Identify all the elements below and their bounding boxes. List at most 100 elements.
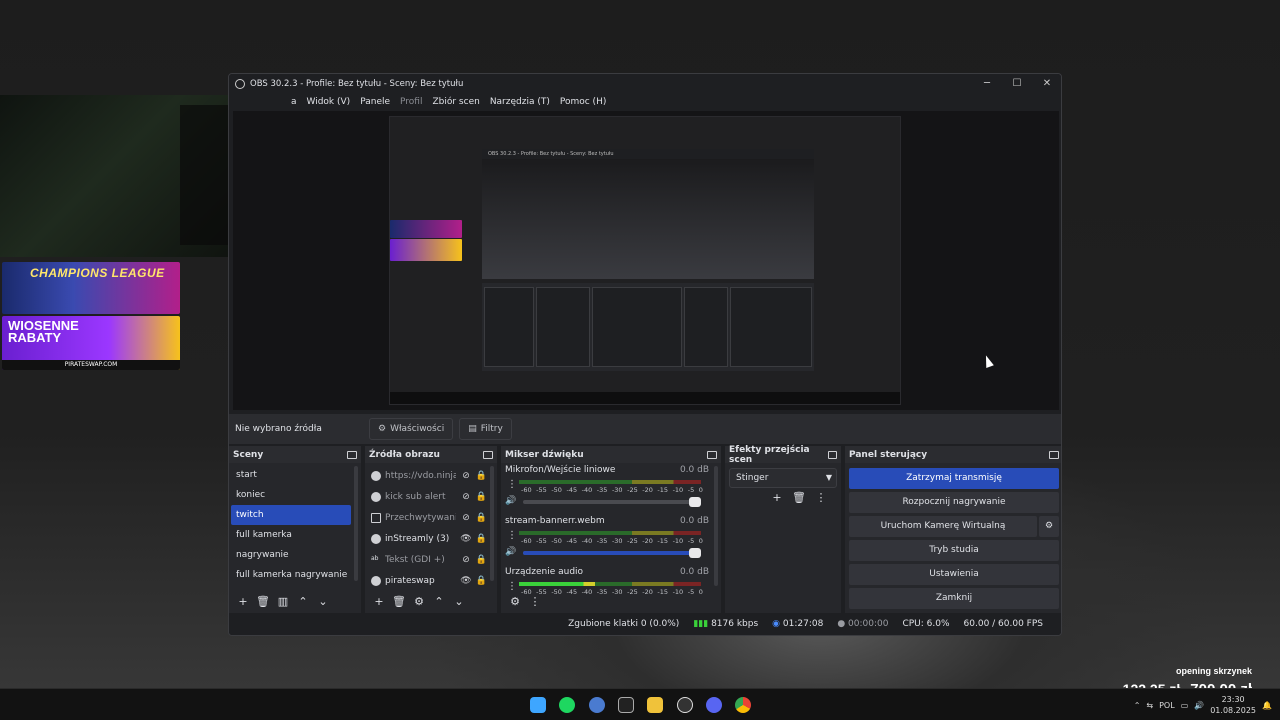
mixer-scrollbar[interactable] [714, 466, 718, 586]
meter-scale: -60 -55 -50 -45 -40 -35 -30 -25 -20 -15 -10 -5 0 [521, 537, 703, 545]
epic-games-icon[interactable] [618, 697, 634, 713]
kebab-menu-icon[interactable]: ⋮ [507, 479, 517, 490]
source-item[interactable]: pirateswap 👁 🔒 [369, 570, 487, 591]
channel-name: Mikrofon/Wejście liniowe [505, 465, 616, 475]
trash-icon[interactable]: 🗑 [255, 594, 271, 610]
source-item[interactable]: https://vdo.ninja ⊘ 🔒 [369, 465, 487, 486]
scene-item[interactable]: nagrywanie [231, 545, 351, 565]
start-recording-button[interactable]: Rozpocznij nagrywanie [849, 492, 1059, 513]
volume-knob[interactable] [689, 548, 701, 558]
move-down-icon[interactable]: ⌄ [451, 594, 467, 610]
studio-mode-button[interactable]: Tryb studia [849, 540, 1059, 561]
menu-bar: a Widok (V) Panele Profil Zbiór scen Narzędzi… [229, 94, 1061, 110]
menu-item-0[interactable]: a [291, 97, 297, 107]
menu-item-5[interactable]: Narzędzia (T) [490, 97, 550, 107]
gear-icon[interactable]: ⚙ [411, 594, 427, 610]
text-icon: ab [371, 554, 379, 562]
eye-off-icon[interactable]: ⊘ [460, 513, 471, 523]
scenes-scrollbar[interactable] [354, 466, 358, 581]
app-icon[interactable] [589, 697, 605, 713]
lock-icon[interactable]: 🔒 [476, 471, 487, 481]
trash-icon[interactable]: 🗑 [791, 490, 807, 506]
eye-off-icon[interactable]: ⊘ [460, 555, 471, 565]
popout-icon[interactable] [1049, 450, 1059, 459]
signal-icon: ▮▮▮ [693, 619, 709, 629]
transition-select[interactable]: Stinger ▼ [729, 468, 837, 488]
scene-item[interactable]: full kamerka nagrywanie [231, 565, 351, 585]
kebab-menu-icon[interactable]: ⋮ [527, 594, 543, 610]
kebab-menu-icon[interactable]: ⋮ [813, 490, 829, 506]
exit-button[interactable]: Zamknij [849, 588, 1059, 609]
add-icon[interactable]: + [769, 490, 785, 506]
preview-canvas[interactable]: OBS 30.2.3 - Profile: Bez tytułu - Sceny… [233, 111, 1059, 410]
browser-icon [371, 470, 381, 481]
popout-icon[interactable] [483, 450, 493, 459]
chevron-up-icon[interactable]: ⌃ [1134, 701, 1141, 710]
clock[interactable]: 23:30 01.08.2025 [1210, 694, 1256, 716]
chrome-icon[interactable] [735, 697, 751, 713]
volume-knob[interactable] [689, 497, 701, 507]
lock-icon[interactable]: 🔒 [476, 555, 487, 565]
scene-item[interactable]: start [231, 465, 351, 485]
display-icon[interactable]: ▭ [1181, 701, 1189, 710]
menu-item-1[interactable]: Widok (V) [307, 97, 351, 107]
eye-off-icon[interactable]: ⊘ [460, 471, 471, 481]
properties-button[interactable]: ⚙ Właściwości [369, 418, 454, 440]
stop-stream-button[interactable]: Zatrzymaj transmisję [849, 468, 1059, 489]
minimize-button[interactable]: ─ [980, 77, 994, 91]
virtual-camera-settings-button[interactable]: ⚙ [1039, 516, 1059, 537]
scale-tick: -60 [521, 486, 532, 494]
scene-item[interactable]: koniec [231, 485, 351, 505]
menu-item-6[interactable]: Pomoc (H) [560, 97, 607, 107]
eye-off-icon[interactable]: ⊘ [460, 492, 471, 502]
filter-icon[interactable]: ▥ [275, 594, 291, 610]
language-indicator[interactable]: POL [1159, 701, 1175, 710]
menu-item-4[interactable]: Zbiór scen [432, 97, 479, 107]
popout-icon[interactable] [707, 450, 717, 459]
network-icon[interactable]: ⇆ [1146, 701, 1153, 710]
discord-icon[interactable] [706, 697, 722, 713]
eye-icon[interactable]: 👁 [460, 576, 471, 586]
lock-icon[interactable]: 🔒 [476, 513, 487, 523]
windows-start-icon[interactable] [530, 697, 546, 713]
speaker-icon[interactable]: 🔊 [1194, 701, 1204, 710]
source-item[interactable]: Przechwytywanie ⊘ 🔒 [369, 507, 487, 528]
lock-icon[interactable]: 🔒 [476, 576, 487, 586]
obs-taskbar-icon[interactable] [677, 697, 693, 713]
eye-icon[interactable]: 👁 [460, 534, 471, 544]
notification-bell-icon[interactable]: 🔔 [1262, 701, 1272, 710]
file-explorer-icon[interactable] [647, 697, 663, 713]
virtual-camera-button[interactable]: Uruchom Kamerę Wirtualną [849, 516, 1037, 537]
source-item[interactable]: ab Tekst (GDI +) ⊘ 🔒 [369, 549, 487, 570]
volume-slider[interactable] [523, 548, 701, 558]
menu-item-2[interactable]: Panele [360, 97, 390, 107]
spotify-icon[interactable] [559, 697, 575, 713]
move-up-icon[interactable]: ⌃ [431, 594, 447, 610]
close-button[interactable]: ✕ [1040, 77, 1054, 91]
cpu-usage: CPU: 6.0% [902, 619, 950, 629]
source-item[interactable]: kick sub alert ⊘ 🔒 [369, 486, 487, 507]
settings-button[interactable]: Ustawienia [849, 564, 1059, 585]
maximize-button[interactable]: ☐ [1010, 77, 1024, 91]
add-icon[interactable]: + [235, 594, 251, 610]
popout-icon[interactable] [347, 450, 357, 459]
filters-button[interactable]: ▤ Filtry [459, 418, 512, 440]
kebab-menu-icon[interactable]: ⋮ [507, 530, 517, 541]
popout-icon[interactable] [827, 450, 837, 459]
lock-icon[interactable]: 🔒 [476, 534, 487, 544]
move-down-icon[interactable]: ⌄ [315, 594, 331, 610]
move-up-icon[interactable]: ⌃ [295, 594, 311, 610]
menu-item-3[interactable]: Profil [400, 97, 422, 107]
speaker-icon[interactable]: 🔊 [505, 547, 516, 557]
title-bar[interactable]: OBS 30.2.3 - Profile: Bez tytułu - Sceny… [229, 74, 1061, 94]
add-icon[interactable]: + [371, 594, 387, 610]
source-item[interactable]: inStreamly (3) 👁 🔒 [369, 528, 487, 549]
trash-icon[interactable]: 🗑 [391, 594, 407, 610]
speaker-icon[interactable]: 🔊 [505, 496, 516, 506]
scene-item[interactable]: twitch [231, 505, 351, 525]
lock-icon[interactable]: 🔒 [476, 492, 487, 502]
advanced-audio-icon[interactable]: ⚙ [507, 594, 523, 610]
volume-slider[interactable] [523, 497, 701, 507]
sources-scrollbar[interactable] [490, 466, 494, 581]
scene-item[interactable]: full kamerka [231, 525, 351, 545]
